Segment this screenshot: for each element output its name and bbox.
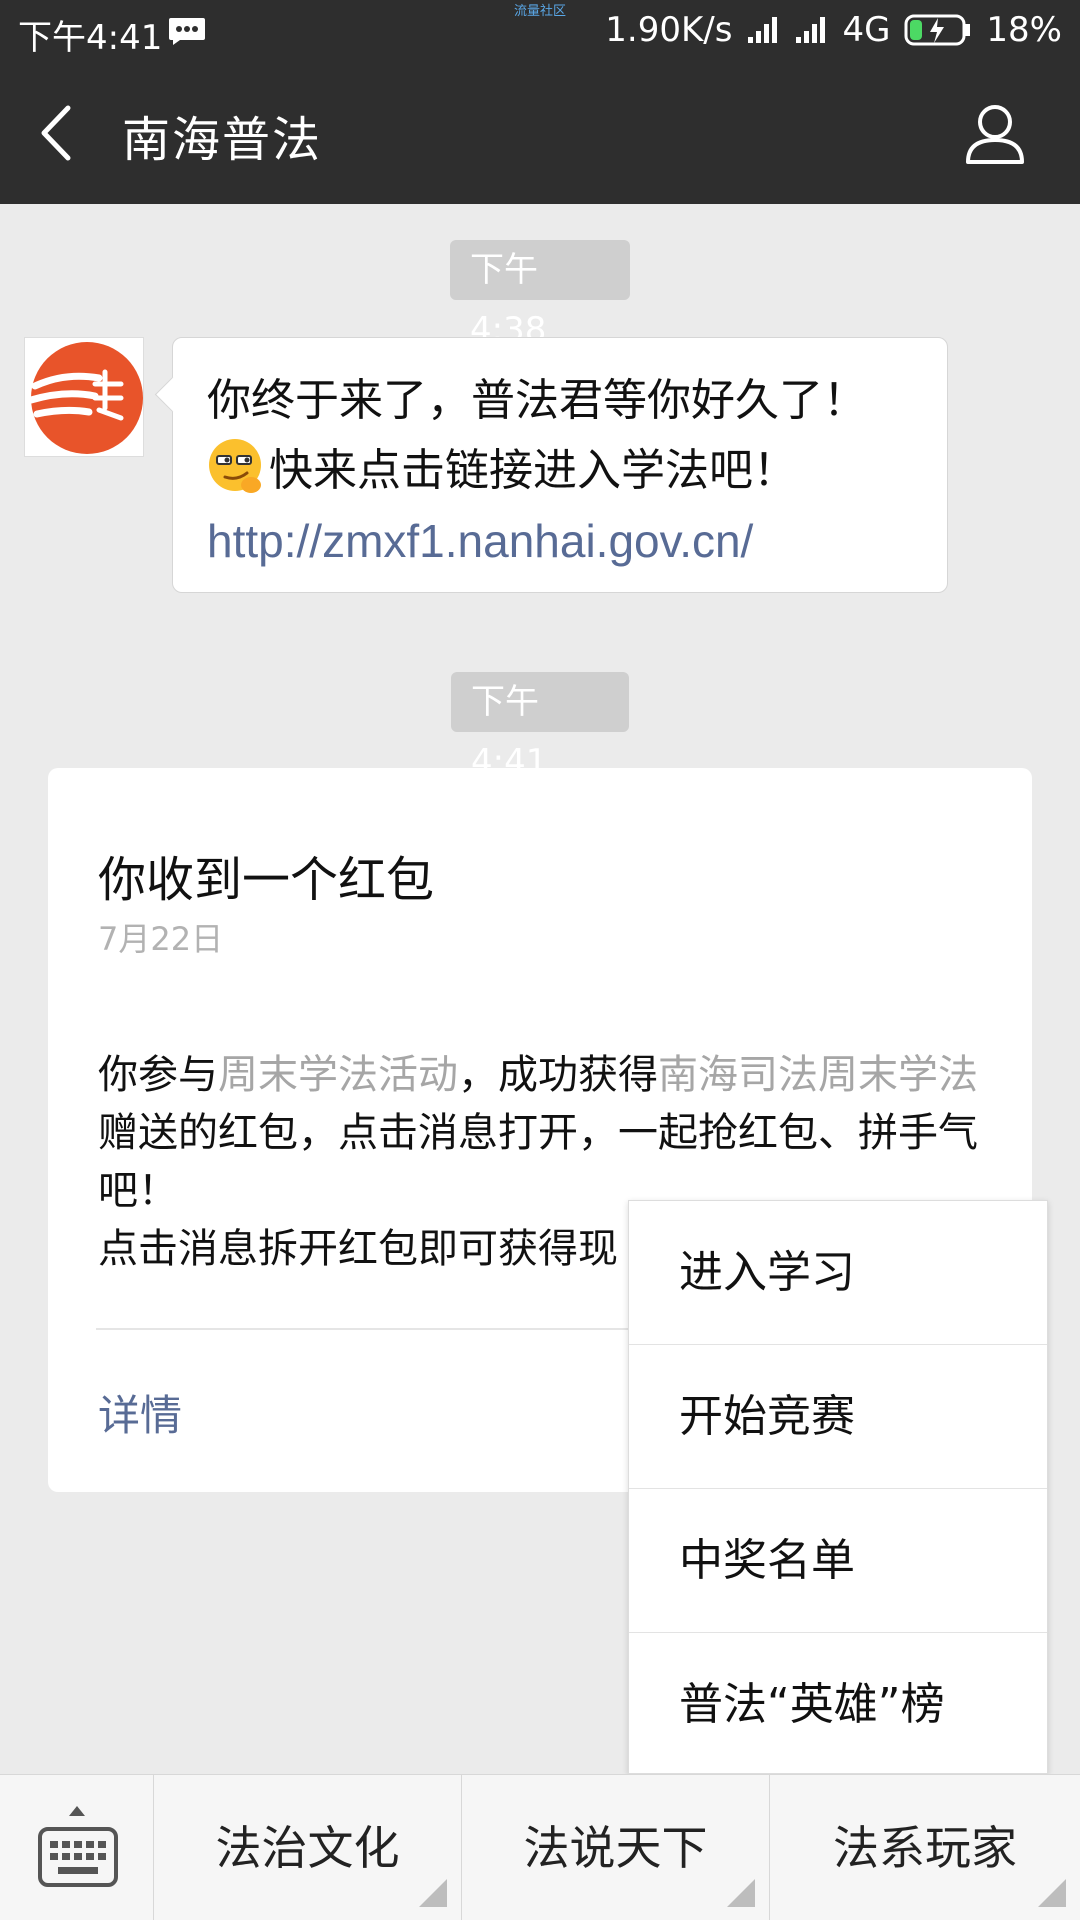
network-type: 4G [842, 10, 891, 50]
activity-name: 周末学法活动 [218, 1052, 458, 1098]
tab-label: 法系玩家 [833, 1821, 1017, 1875]
submenu-corner-icon [727, 1879, 755, 1907]
submenu-corner-icon [1038, 1879, 1066, 1907]
battery-icon [904, 14, 971, 46]
battery-percent: 18% [986, 10, 1062, 50]
message-bubble[interactable]: 你终于来了，普法君等你好久了！ 快来点击链接进入学法吧！ http://zmxf… [172, 337, 948, 593]
menu-item-hero-ranking[interactable]: 普法“英雄”榜 [629, 1633, 1047, 1775]
status-bar: 下午4:41 流量社区 1.90K/s 4G 18% [0, 0, 1080, 62]
profile-icon[interactable] [962, 100, 1028, 166]
sender-name: 南海司法周末学法 [658, 1052, 978, 1098]
card-detail-link[interactable]: 详情 [98, 1382, 182, 1443]
bottom-tab-law-talk[interactable]: 法说天下 [462, 1775, 770, 1920]
signal-icon-2 [796, 17, 826, 43]
message-line: 快来点击链接进入学法吧！ [207, 436, 913, 506]
page-title: 南海普法 [122, 112, 323, 168]
message-line: 你终于来了，普法君等你好久了！ [207, 375, 867, 426]
card-date: 7月22日 [98, 920, 224, 958]
menu-item-enter-study[interactable]: 进入学习 [629, 1201, 1047, 1345]
law-logo-icon [27, 342, 143, 454]
network-speed: 1.90K/s [605, 10, 733, 50]
bottom-menu-bar: 法治文化 法说天下 法系玩家 [0, 1774, 1080, 1920]
menu-item-start-contest[interactable]: 开始竞赛 [629, 1345, 1047, 1489]
message-notification-icon [169, 18, 205, 45]
avatar[interactable] [24, 337, 144, 457]
keyboard-toggle-button[interactable] [0, 1775, 154, 1920]
body-text: 你参与 [98, 1052, 218, 1098]
bottom-tab-rule-of-law-culture[interactable]: 法治文化 [154, 1775, 462, 1920]
card-title: 你收到一个红包 [98, 852, 435, 908]
card-timestamp: 下午4:41 [451, 672, 629, 782]
caret-up-icon [69, 1806, 85, 1816]
title-bar: 南海普法 [0, 62, 1080, 204]
popup-menu: 进入学习 开始竞赛 中奖名单 普法“英雄”榜 [628, 1200, 1048, 1774]
signal-icon [748, 17, 778, 43]
back-arrow-icon[interactable] [36, 102, 80, 164]
status-indicators: 1.90K/s 4G 18% [605, 10, 1062, 50]
smirk-emoji-icon [209, 439, 261, 493]
bottom-tab-law-players[interactable]: 法系玩家 [770, 1775, 1080, 1920]
watermark-text: 流量社区 [514, 4, 567, 19]
status-time: 下午4:41 [18, 18, 163, 58]
keyboard-icon [38, 1827, 118, 1887]
message-timestamp: 下午4:38 [450, 240, 630, 350]
body-text: 赠送的红包，点击消息打开，一起抢红包、拼手气吧！ [98, 1110, 978, 1214]
message-line-text: 快来点击链接进入学法吧！ [269, 445, 797, 496]
body-text: ，成功获得 [458, 1052, 658, 1098]
message-link[interactable]: http://zmxf1.nanhai.gov.cn/ [207, 506, 913, 576]
tab-label: 法说天下 [523, 1821, 708, 1875]
menu-item-winners-list[interactable]: 中奖名单 [629, 1489, 1047, 1633]
submenu-corner-icon [419, 1879, 447, 1907]
tab-label: 法治文化 [215, 1821, 400, 1875]
